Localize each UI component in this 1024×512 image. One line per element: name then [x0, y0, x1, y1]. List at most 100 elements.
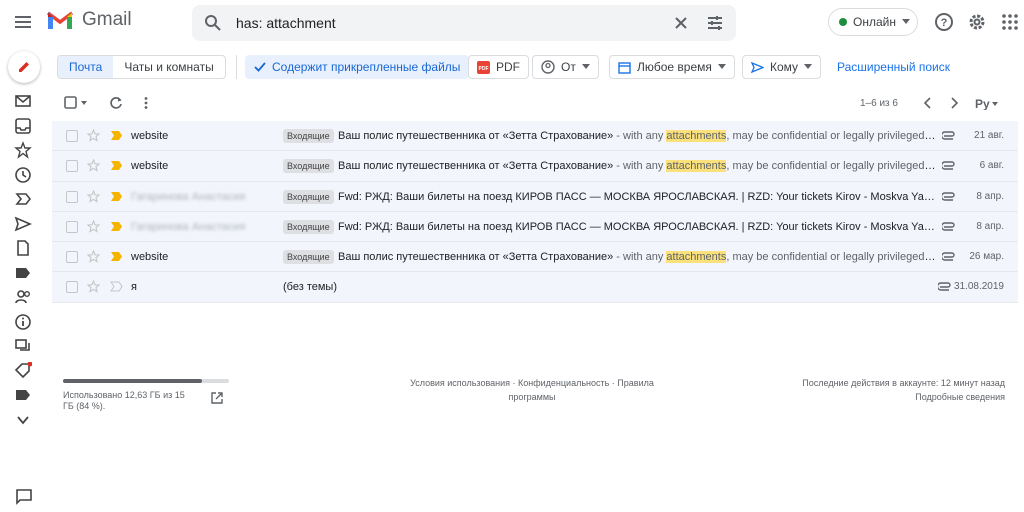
- row-checkbox[interactable]: [66, 220, 78, 233]
- email-row[interactable]: website Входящие Ваш полис путешественника…: [52, 121, 1018, 152]
- clock-icon[interactable]: [14, 166, 32, 184]
- email-row[interactable]: Гагаринова Анастасия Входящие Fwd: РЖД: Ва…: [52, 181, 1018, 212]
- main-menu-icon[interactable]: [13, 12, 33, 32]
- input-tools-icon[interactable]: Ру: [974, 96, 1000, 110]
- chat-bubble-icon[interactable]: [15, 488, 33, 506]
- pdf-chip-label: PDF: [496, 60, 520, 74]
- email-date: 6 авг.: [979, 160, 1004, 172]
- segment-chats-rooms[interactable]: Чаты и комнаты: [113, 56, 224, 78]
- open-external-icon[interactable]: [211, 392, 223, 404]
- star-icon[interactable]: [87, 159, 100, 173]
- send-icon[interactable]: [14, 215, 32, 233]
- refresh-icon[interactable]: [109, 96, 123, 110]
- row-checkbox[interactable]: [66, 160, 78, 173]
- star-icon[interactable]: [87, 219, 100, 233]
- importance-marker-icon[interactable]: [110, 130, 123, 141]
- email-snippet: - with any attachments, may be confident…: [613, 251, 938, 264]
- storage-bar-fill: [63, 379, 203, 383]
- activity-details-link[interactable]: Подробные сведения: [802, 390, 1005, 404]
- attachment-clip-icon: [942, 161, 955, 170]
- star-icon[interactable]: [87, 129, 100, 142]
- importance-marker-icon[interactable]: [110, 281, 123, 292]
- info-icon[interactable]: [14, 313, 32, 331]
- next-page-icon[interactable]: [950, 96, 960, 110]
- inbox-label[interactable]: Входящие: [283, 189, 334, 204]
- segment-mail[interactable]: Почта: [58, 56, 114, 78]
- footer-links-line2[interactable]: программы: [392, 390, 672, 404]
- row-checkbox[interactable]: [66, 190, 78, 203]
- email-subject-text: Ваш полис путешественника от «Зетта Стра…: [338, 251, 614, 264]
- to-chip-label: Кому: [770, 60, 799, 74]
- status-selector[interactable]: Онлайн: [828, 8, 918, 36]
- search-bar[interactable]: [192, 5, 736, 41]
- email-row[interactable]: website Входящие Ваш полис путешественника…: [52, 242, 1018, 273]
- pdf-chip[interactable]: PDF PDF: [468, 55, 529, 79]
- has-attachment-chip[interactable]: Содержит прикрепленные файлы: [245, 55, 470, 79]
- settings-gear-icon[interactable]: [967, 12, 987, 32]
- inbox-label[interactable]: Входящие: [283, 219, 334, 234]
- to-chip[interactable]: Кому: [742, 55, 822, 79]
- search-input[interactable]: [236, 15, 656, 31]
- advanced-search-link[interactable]: Расширенный поиск: [837, 60, 950, 74]
- gmail-logo[interactable]: Gmail: [46, 9, 132, 31]
- account-activity: Последние действия в аккаунте: 12 минут …: [802, 376, 1005, 404]
- footer-links-line1[interactable]: Условия использования · Конфиденциальнос…: [392, 376, 672, 390]
- label-icon[interactable]: [14, 386, 32, 404]
- email-row[interactable]: website Входящие Ваш полис путешественника…: [52, 151, 1018, 182]
- expand-more-icon[interactable]: [14, 411, 32, 429]
- forum-icon[interactable]: [14, 337, 32, 355]
- row-checkbox[interactable]: [66, 251, 78, 264]
- select-all-checkbox[interactable]: [64, 96, 90, 110]
- star-icon[interactable]: [87, 189, 100, 203]
- email-row[interactable]: я (без темы) 31.08.2019: [52, 272, 1018, 303]
- label-icon[interactable]: [14, 264, 32, 282]
- status-label: Онлайн: [853, 15, 896, 29]
- email-snippet-pre: - with any: [613, 160, 667, 173]
- row-checkbox[interactable]: [66, 130, 78, 142]
- email-snippet-post: , may be confidential or legally privile…: [726, 130, 938, 142]
- email-subject-text: Fwd: РЖД: Ваши билеты на поезд КИРОВ ПАС…: [338, 190, 938, 203]
- inbox-icon[interactable]: [14, 117, 32, 135]
- email-row[interactable]: Гагаринова Анастасия Входящие Fwd: РЖД: Ва…: [52, 211, 1018, 243]
- inbox-label[interactable]: Входящие: [283, 129, 334, 143]
- prev-page-icon[interactable]: [922, 96, 932, 110]
- search-icon[interactable]: [204, 14, 222, 32]
- footer-links[interactable]: Условия использования · Конфиденциальнос…: [392, 376, 672, 404]
- mail-icon[interactable]: [14, 92, 32, 110]
- tag-with-badge-icon[interactable]: [14, 362, 32, 380]
- email-snippet: - with any attachments, may be confident…: [613, 130, 938, 142]
- time-chip-label: Любое время: [637, 60, 712, 74]
- time-chip[interactable]: Любое время: [609, 55, 735, 79]
- inbox-label[interactable]: Входящие: [283, 250, 334, 265]
- email-list: website Входящие Ваш полис путешественника…: [52, 121, 1018, 303]
- star-icon[interactable]: [87, 280, 100, 294]
- svg-text:?: ?: [941, 17, 948, 29]
- email-snippet-highlight: attachments: [666, 130, 727, 142]
- storage-bar: [63, 379, 229, 383]
- filter-divider: [236, 55, 237, 79]
- attachment-clip-icon: [938, 282, 951, 292]
- inbox-label[interactable]: Входящие: [283, 159, 334, 174]
- draft-icon[interactable]: [14, 239, 32, 257]
- importance-marker-icon[interactable]: [110, 221, 123, 232]
- compose-button[interactable]: [8, 51, 40, 83]
- importance-marker-icon[interactable]: [110, 251, 123, 262]
- left-sidebar: [0, 44, 48, 512]
- email-subject: Fwd: РЖД: Ваши билеты на поезд КИРОВ ПАС…: [338, 221, 938, 233]
- more-vert-icon[interactable]: [143, 96, 149, 110]
- from-chip[interactable]: От: [532, 55, 599, 79]
- email-subject-text: (без темы): [283, 281, 337, 294]
- contacts-icon[interactable]: [14, 288, 32, 306]
- star-icon[interactable]: [14, 141, 32, 159]
- search-options-icon[interactable]: [706, 14, 724, 32]
- help-icon[interactable]: ?: [934, 12, 954, 32]
- account-circle-icon: [541, 60, 555, 74]
- importance-marker-icon[interactable]: [110, 191, 123, 202]
- clear-search-icon[interactable]: [672, 14, 690, 32]
- apps-grid-icon[interactable]: [1000, 12, 1020, 32]
- importance-marker-icon[interactable]: [110, 160, 123, 171]
- row-checkbox[interactable]: [66, 281, 78, 294]
- important-icon[interactable]: [14, 190, 32, 208]
- last-activity-text: Последние действия в аккаунте: 12 минут …: [802, 378, 1005, 388]
- star-icon[interactable]: [87, 250, 100, 263]
